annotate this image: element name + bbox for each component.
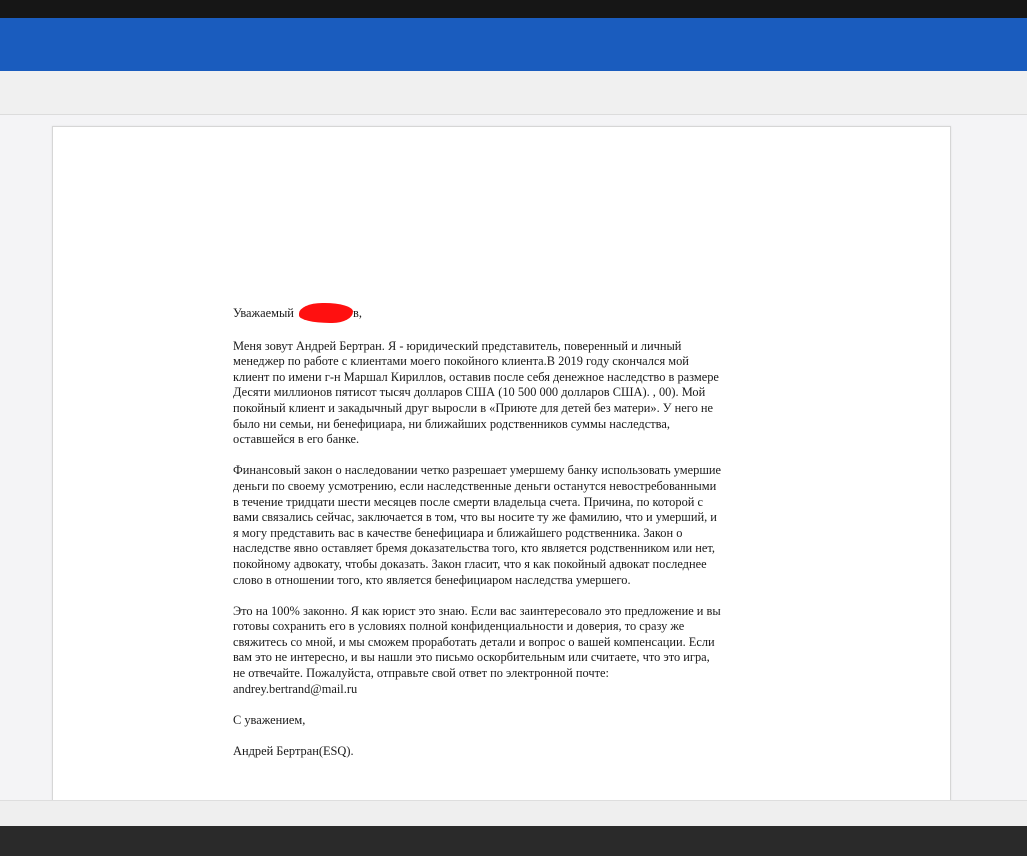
redaction-mark [299, 303, 354, 323]
greeting: Уважаемый в, [233, 303, 721, 323]
document-page: Уважаемый в, Меня зовут Андрей Бертран. … [52, 126, 951, 800]
bottom-window-bar [0, 826, 1027, 856]
viewer-bottom-strip [0, 800, 1027, 826]
paragraph-introduction: Меня зовут Андрей Бертран. Я - юридическ… [233, 338, 719, 447]
letter-body: Уважаемый в, Меня зовут Андрей Бертран. … [233, 303, 721, 775]
viewer-toolbar [0, 71, 1027, 115]
top-window-bar [0, 0, 1027, 18]
signature: Андрей Бертран(ESQ). [233, 744, 354, 759]
closing: С уважением, [233, 712, 306, 727]
greeting-prefix: Уважаемый [233, 306, 294, 320]
document-viewer[interactable]: Уважаемый в, Меня зовут Андрей Бертран. … [0, 116, 1027, 800]
app-header-bar [0, 18, 1027, 71]
paragraph-offer: Это на 100% законно. Я как юрист это зна… [233, 603, 721, 696]
greeting-suffix: в, [353, 306, 362, 320]
paragraph-inheritance-law: Финансовый закон о наследовании четко ра… [233, 463, 721, 587]
